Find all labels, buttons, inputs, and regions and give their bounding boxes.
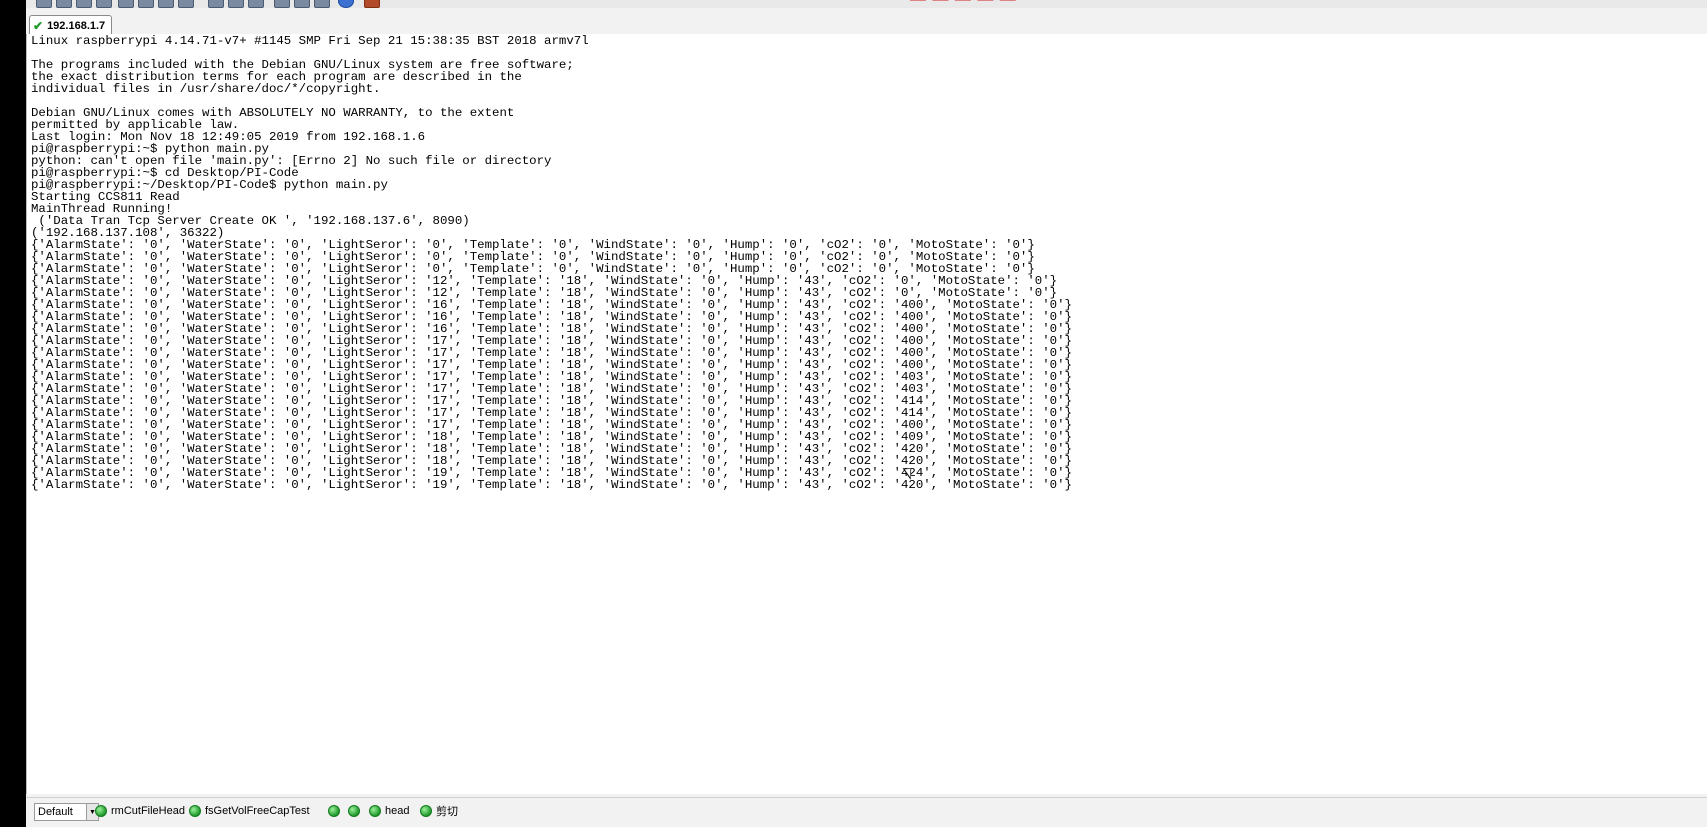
session-tab-strip: ✔ 192.168.1.7 bbox=[26, 12, 1707, 35]
button-label: rmCutFileHead bbox=[111, 805, 185, 817]
terminal-app-window: — — — — — ✔ 192.168.1.7 Linux raspberryp… bbox=[26, 0, 1707, 827]
toolbar: — — — — — bbox=[26, 0, 1707, 8]
new-session-icon[interactable] bbox=[118, 0, 134, 8]
log-icon[interactable] bbox=[248, 0, 264, 8]
connect-bar-icon[interactable] bbox=[96, 0, 112, 8]
button-head[interactable]: head bbox=[369, 803, 409, 819]
green-dot-icon bbox=[189, 805, 201, 817]
button-blank-1[interactable] bbox=[328, 803, 344, 819]
button-bar-select[interactable]: Default ▼ bbox=[34, 803, 99, 821]
terminal-line: pi@raspberrypi:~/Desktop/PI-Code$ python… bbox=[31, 178, 388, 192]
terminal-line: Linux raspberrypi 4.14.71-v7+ #1145 SMP … bbox=[31, 34, 589, 48]
pin-icon[interactable] bbox=[314, 0, 330, 8]
button-label: fsGetVolFreeCapTest bbox=[205, 805, 310, 817]
print-icon[interactable] bbox=[208, 0, 224, 8]
help-icon[interactable] bbox=[338, 0, 354, 8]
check-icon: ✔ bbox=[33, 18, 44, 33]
button-bar: Default ▼ rmCutFileHead fsGetVolFreeCapT… bbox=[26, 797, 1707, 827]
button-label: head bbox=[385, 805, 410, 817]
reconnect-icon[interactable] bbox=[56, 0, 72, 8]
terminal-line: {'AlarmState': '0', 'WaterState': '0', '… bbox=[31, 478, 1072, 492]
toolbar-title-fragment: — — — — — bbox=[910, 0, 1017, 8]
green-dot-icon bbox=[348, 805, 360, 817]
keymap-icon[interactable] bbox=[294, 0, 310, 8]
connect-icon[interactable] bbox=[36, 0, 52, 8]
session-tab[interactable]: ✔ 192.168.1.7 bbox=[29, 15, 113, 35]
options-icon[interactable] bbox=[274, 0, 290, 8]
button-bar-select-value: Default bbox=[38, 806, 73, 818]
button-fsgetvolfreecaptest[interactable]: fsGetVolFreeCapTest bbox=[189, 803, 310, 819]
sftp-icon[interactable] bbox=[364, 0, 380, 8]
terminal-output[interactable]: Linux raspberrypi 4.14.71-v7+ #1145 SMP … bbox=[26, 34, 1707, 794]
green-dot-icon bbox=[369, 805, 381, 817]
green-dot-icon bbox=[420, 805, 432, 817]
terminal-line: Starting CCS811 Read bbox=[31, 190, 180, 204]
paste-icon[interactable] bbox=[158, 0, 174, 8]
find-icon[interactable] bbox=[178, 0, 194, 8]
button-cut[interactable]: 剪切 bbox=[420, 803, 458, 819]
green-dot-icon bbox=[95, 805, 107, 817]
disconnect-icon[interactable] bbox=[76, 0, 92, 8]
button-label: 剪切 bbox=[436, 806, 458, 818]
session-tab-label: 192.168.1.7 bbox=[47, 19, 106, 32]
copy-icon[interactable] bbox=[138, 0, 154, 8]
terminal-line: individual files in /usr/share/doc/*/cop… bbox=[31, 82, 381, 96]
green-dot-icon bbox=[328, 805, 340, 817]
print-setup-icon[interactable] bbox=[228, 0, 244, 8]
button-blank-2[interactable] bbox=[348, 803, 364, 819]
button-rmcutfilehead[interactable]: rmCutFileHead bbox=[95, 803, 185, 819]
terminal-lines: Linux raspberrypi 4.14.71-v7+ #1145 SMP … bbox=[31, 35, 1072, 491]
